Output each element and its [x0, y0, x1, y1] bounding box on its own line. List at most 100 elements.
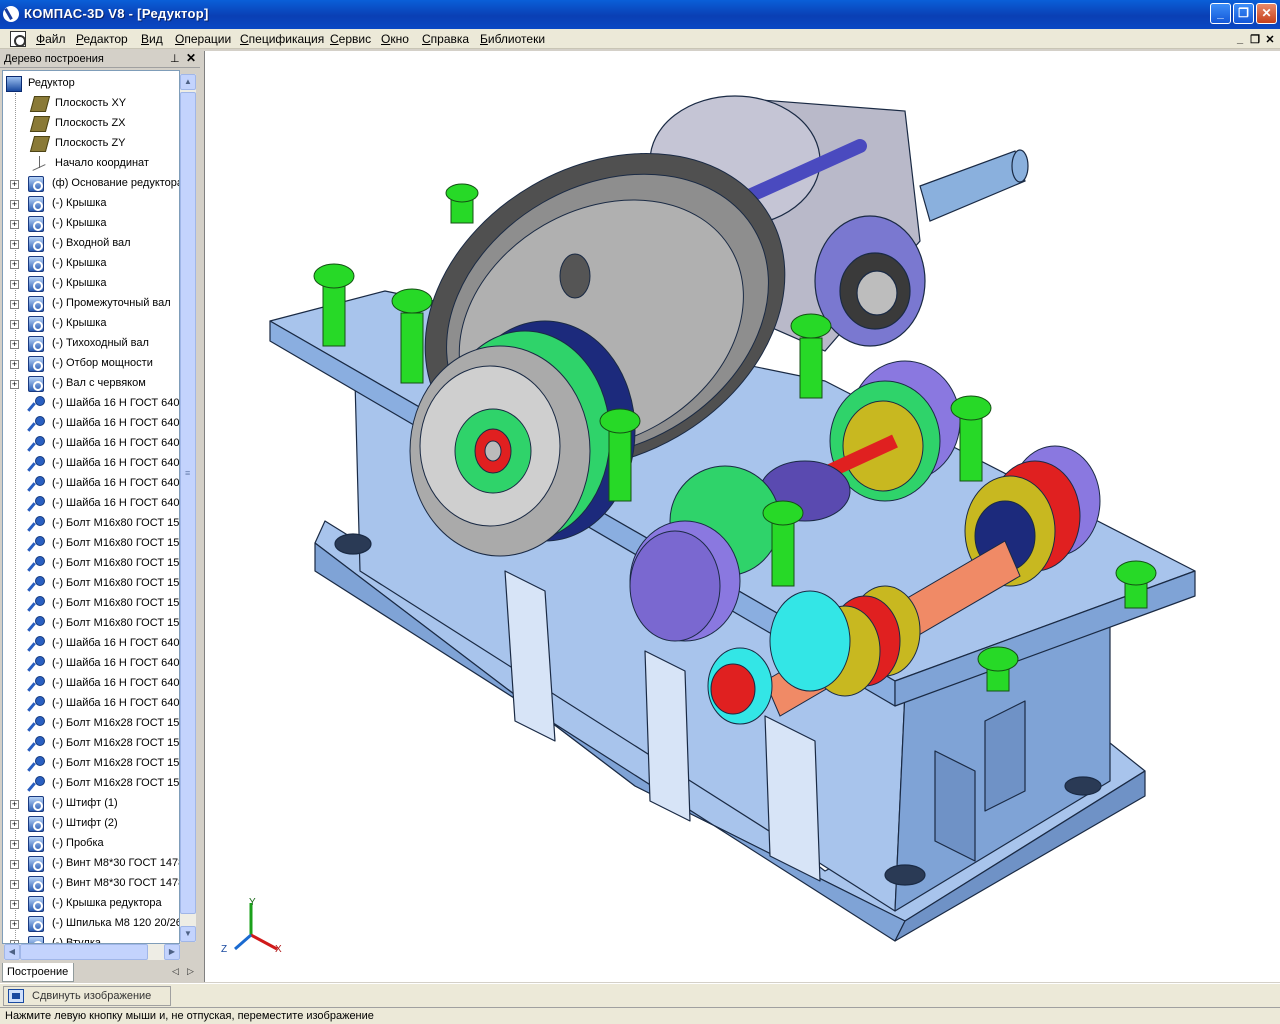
tree-item[interactable]: (-) Болт М16х80 ГОСТ 155 [3, 514, 179, 534]
scroll-left-button[interactable]: ◀ [4, 944, 20, 960]
tree-item[interactable]: (-) Болт М16х28 ГОСТ 155 [3, 774, 179, 794]
menu-window[interactable]: Окно [381, 32, 409, 46]
menu-libraries[interactable]: Библиотеки [480, 32, 545, 46]
tree-item[interactable]: + (-) Промежуточный вал [3, 294, 179, 314]
tree-item[interactable]: (-) Болт М16х28 ГОСТ 155 [3, 734, 179, 754]
tree-item[interactable]: (-) Болт М16х80 ГОСТ 155 [3, 574, 179, 594]
tree-item[interactable]: (-) Шайба 16 Н ГОСТ 6402 [3, 434, 179, 454]
tree-item[interactable]: + (-) Пробка [3, 834, 179, 854]
tree-item[interactable]: + (-) Втулка [3, 934, 179, 943]
standard-part-icon [28, 396, 45, 412]
tree-item[interactable]: (-) Шайба 16 Н ГОСТ 6402 [3, 414, 180, 434]
tree-expand-button[interactable]: + [10, 320, 19, 329]
tree-item[interactable]: (-) Шайба 16 Н ГОСТ 6402 [3, 654, 179, 674]
scroll-right-button[interactable]: ▶ [164, 944, 180, 960]
tree-expand-button[interactable]: + [10, 360, 19, 369]
tree-item[interactable]: (-) Шайба 16 Н ГОСТ 6402 [3, 394, 179, 414]
tree-item[interactable]: + (ф) Основание редуктора [3, 174, 179, 194]
tree-item[interactable]: (-) Шайба 16 Н ГОСТ 6402 [3, 494, 179, 514]
tree-expand-button[interactable]: + [10, 340, 19, 349]
tree-expand-button[interactable]: + [10, 860, 19, 869]
pin-icon[interactable]: ⊥ [170, 52, 180, 65]
menu-file[interactable]: Файл [36, 32, 66, 46]
menu-operations[interactable]: Операции [175, 32, 231, 46]
mdi-minimize-button[interactable]: _ [1234, 33, 1246, 45]
tree-expand-button[interactable]: + [10, 240, 19, 249]
tree-item[interactable]: (-) Шайба 16 Н ГОСТ 6402 [3, 634, 179, 654]
tree-item[interactable]: + (-) Крышка [3, 194, 179, 214]
tree-expand-button[interactable]: + [10, 900, 19, 909]
tree-expand-button[interactable]: + [10, 180, 19, 189]
scroll-up-button[interactable]: ▲ [180, 74, 196, 90]
minimize-button[interactable]: _ [1210, 3, 1231, 24]
tree-item[interactable]: + (-) Крышка [3, 314, 179, 334]
build-tree[interactable]: Редуктор Плоскость XY Плоскость ZX Плоскост… [2, 70, 180, 944]
tree-expand-button[interactable]: + [10, 380, 19, 389]
tree-item[interactable]: (-) Шайба 16 Н ГОСТ 6402 [3, 474, 179, 494]
tree-item[interactable]: Плоскость ZY [3, 134, 179, 154]
maximize-button[interactable]: ❐ [1233, 3, 1254, 24]
scroll-thumb[interactable] [180, 92, 196, 914]
tree-item[interactable]: + (-) Штифт (1) [3, 794, 179, 814]
tree-item[interactable]: Плоскость ZX [3, 114, 179, 134]
tree-horizontal-scrollbar[interactable]: ◀ ▶ [4, 944, 180, 960]
tree-vertical-scrollbar[interactable]: ▲ ▼ [180, 74, 196, 942]
tree-item[interactable]: + (-) Отбор мощности [3, 354, 179, 374]
tree-item[interactable]: + (-) Крышка [3, 214, 179, 234]
tree-item[interactable]: + (-) Шпилька М8 120 20/26 [3, 914, 179, 934]
tree-item[interactable]: + (-) Крышка [3, 274, 179, 294]
tree-item[interactable]: Плоскость XY [3, 94, 179, 114]
pan-image-button[interactable]: Сдвинуть изображение [3, 986, 171, 1006]
tree-expand-button[interactable]: + [10, 820, 19, 829]
mdi-restore-button[interactable]: ❐ [1249, 33, 1261, 46]
mdi-close-button[interactable]: ✕ [1264, 33, 1276, 46]
tree-expand-button[interactable]: + [10, 260, 19, 269]
kompas-app-icon[interactable] [3, 6, 19, 22]
tree-item[interactable]: Начало координат [3, 154, 179, 174]
document-icon[interactable] [10, 31, 26, 47]
menu-help[interactable]: Справка [422, 32, 469, 46]
menu-service[interactable]: Сервис [330, 32, 371, 46]
tree-item[interactable]: (-) Шайба 16 Н ГОСТ 6402 [3, 694, 179, 714]
menu-view[interactable]: Вид [141, 32, 163, 46]
tab-prev-button[interactable]: ◁ [172, 966, 179, 977]
tree-item[interactable]: + (-) Винт М8*30 ГОСТ 1478 [3, 874, 179, 894]
tree-item[interactable]: + (-) Входной вал [3, 234, 179, 254]
tree-expand-button[interactable]: + [10, 200, 19, 209]
tree-item[interactable]: (-) Болт М16х28 ГОСТ 155 [3, 754, 179, 774]
close-button[interactable]: ✕ [1256, 3, 1277, 24]
tree-item[interactable]: (-) Шайба 16 Н ГОСТ 6402 [3, 674, 179, 694]
hscroll-thumb[interactable] [20, 944, 148, 960]
tree-expand-button[interactable]: + [10, 920, 19, 929]
tree-item-label: (-) Штифт (2) [52, 817, 118, 829]
tree-expand-button[interactable]: + [10, 840, 19, 849]
tree-item[interactable]: (-) Болт М16х28 ГОСТ 155 [3, 714, 179, 734]
tab-next-button[interactable]: ▷ [187, 966, 194, 977]
tree-item[interactable]: + (-) Штифт (2) [3, 814, 179, 834]
tree-item[interactable]: (-) Болт М16х80 ГОСТ 155 [3, 534, 179, 554]
tree-item[interactable]: (-) Болт М16х80 ГОСТ 155 [3, 554, 179, 574]
standard-part-icon [28, 736, 45, 752]
tree-item-label: (-) Шайба 16 Н ГОСТ 6402 [52, 417, 180, 429]
tab-build[interactable]: Построение [2, 963, 74, 982]
tree-expand-button[interactable]: + [10, 300, 19, 309]
tree-expand-button[interactable]: + [10, 800, 19, 809]
tree-item[interactable]: + (-) Тихоходный вал [3, 334, 179, 354]
tree-item-label: (-) Крышка редуктора [52, 897, 162, 909]
tree-item[interactable]: (-) Шайба 16 Н ГОСТ 6402 [3, 454, 179, 474]
tree-expand-button[interactable]: + [10, 880, 19, 889]
scroll-down-button[interactable]: ▼ [180, 926, 196, 942]
tree-item[interactable]: (-) Болт М16х80 ГОСТ 155 [3, 614, 179, 634]
tree-item[interactable]: + (-) Винт М8*30 ГОСТ 1478 [3, 854, 179, 874]
tree-expand-button[interactable]: + [10, 280, 19, 289]
tree-item[interactable]: + (-) Вал с червяком [3, 374, 179, 394]
model-viewport[interactable]: Y X Z [204, 51, 1280, 982]
tree-item[interactable]: (-) Болт М16х80 ГОСТ 155 [3, 594, 179, 614]
menu-specification[interactable]: Спецификация [240, 32, 324, 46]
tree-item[interactable]: + (-) Крышка [3, 254, 179, 274]
tree-expand-button[interactable]: + [10, 220, 19, 229]
panel-close-button[interactable]: ✕ [186, 51, 196, 65]
tree-item[interactable]: Редуктор [3, 74, 179, 94]
tree-item[interactable]: + (-) Крышка редуктора [3, 894, 179, 914]
menu-editor[interactable]: Редактор [76, 32, 128, 46]
